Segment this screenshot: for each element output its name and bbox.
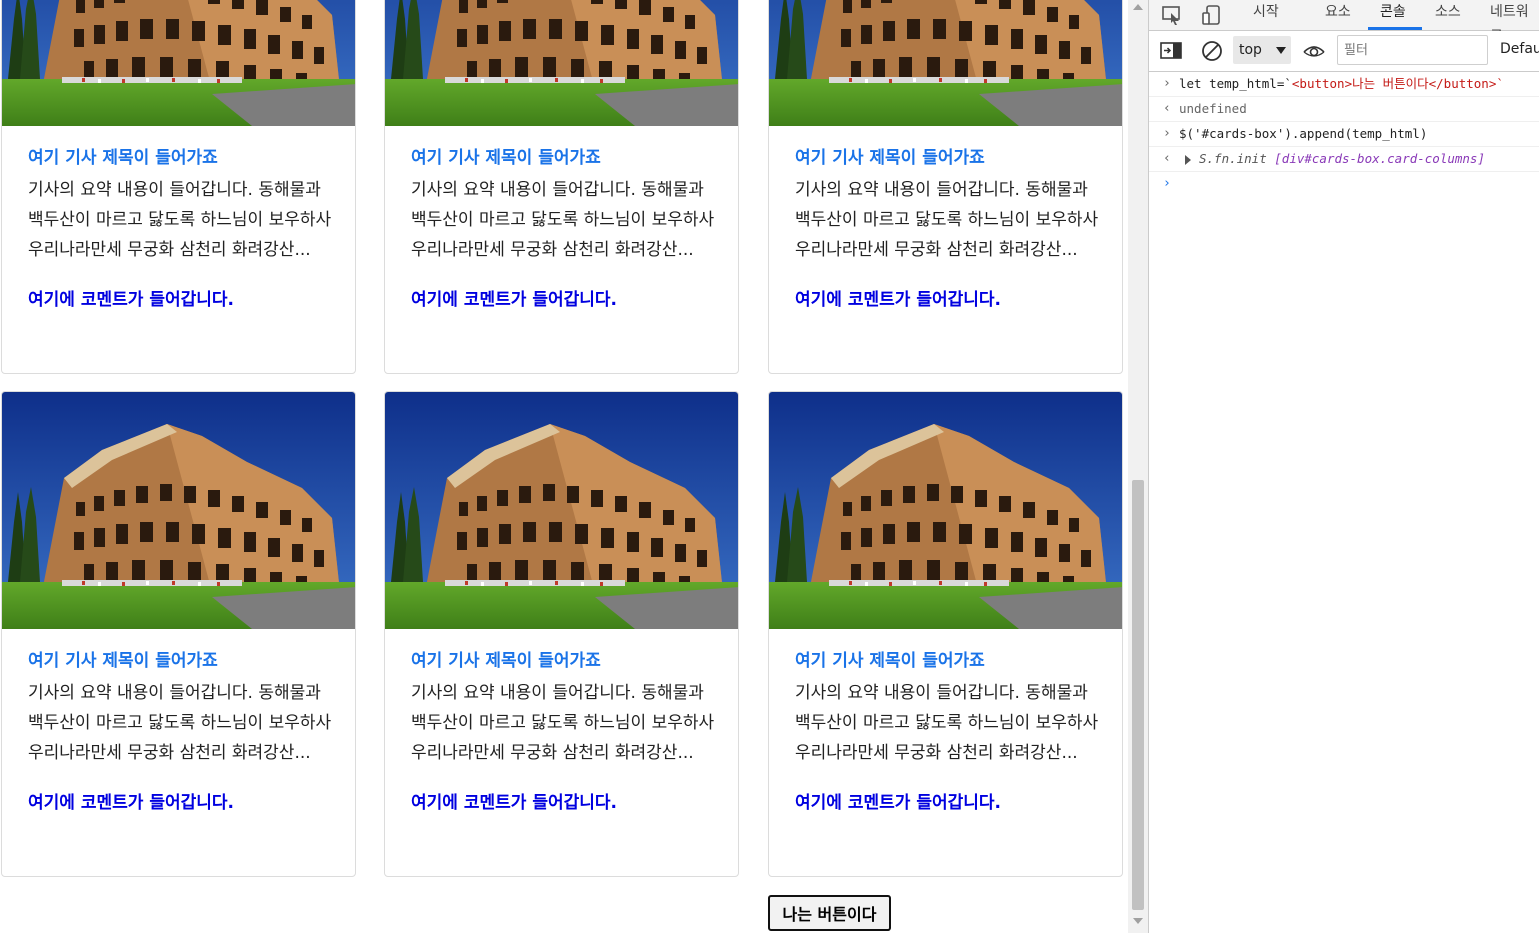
- card-image: [769, 0, 1122, 126]
- colosseum-photo: [385, 392, 738, 629]
- tab-welcome[interactable]: 시작: [1253, 0, 1279, 30]
- article-card: 여기 기사 제목이 들어가죠 기사의 요약 내용이 들어갑니다. 동해물과 백두…: [1, 0, 356, 374]
- console-entry-input: › let temp_html=`<button>나는 버튼이다</button…: [1149, 72, 1539, 97]
- scroll-thumb[interactable]: [1132, 480, 1144, 910]
- show-sidebar-icon[interactable]: [1160, 40, 1182, 62]
- card-comment: 여기에 코멘트가 들어갑니다.: [411, 290, 617, 310]
- card-body: 여기 기사 제목이 들어가죠 기사의 요약 내용이 들어갑니다. 동해물과 백두…: [411, 650, 723, 814]
- card-summary: 기사의 요약 내용이 들어갑니다. 동해물과 백두산이 마르고 닳도록 하느님이…: [411, 683, 715, 763]
- scroll-down-arrow-icon[interactable]: [1133, 918, 1143, 924]
- output-text: undefined: [1179, 101, 1247, 116]
- result-class: [div#cards-box.card-columns]: [1274, 151, 1485, 166]
- scroll-up-arrow-icon[interactable]: [1133, 4, 1143, 10]
- clear-console-icon[interactable]: [1200, 39, 1222, 61]
- tab-sources[interactable]: 소스: [1435, 0, 1461, 30]
- inspect-element-icon[interactable]: [1161, 4, 1183, 26]
- colosseum-photo: [769, 0, 1122, 126]
- card-image: [385, 0, 738, 126]
- card-image: [2, 0, 355, 126]
- card-image: [769, 392, 1122, 629]
- article-card: 여기 기사 제목이 들어가죠 기사의 요약 내용이 들어갑니다. 동해물과 백두…: [384, 0, 739, 374]
- card-summary: 기사의 요약 내용이 들어갑니다. 동해물과 백두산이 마르고 닳도록 하느님이…: [411, 180, 715, 260]
- colosseum-photo: [385, 0, 738, 126]
- card-summary: 기사의 요약 내용이 들어갑니다. 동해물과 백두산이 마르고 닳도록 하느님이…: [795, 180, 1099, 260]
- input-chevron-icon: ›: [1163, 76, 1171, 91]
- code-string: <button>나는 버튼이다</button>`: [1291, 76, 1504, 91]
- card-comment: 여기에 코멘트가 들어갑니다.: [411, 793, 617, 813]
- prompt-chevron-icon: ›: [1163, 176, 1171, 191]
- tab-network[interactable]: 네트워크: [1490, 0, 1539, 44]
- article-card: 여기 기사 제목이 들어가죠 기사의 요약 내용이 들어갑니다. 동해물과 백두…: [768, 0, 1123, 374]
- card-summary: 기사의 요약 내용이 들어갑니다. 동해물과 백두산이 마르고 닳도록 하느님이…: [28, 683, 332, 763]
- card-title[interactable]: 여기 기사 제목이 들어가죠: [795, 147, 1107, 169]
- console-entry-result[interactable]: ‹ S.fn.init [div#cards-box.card-columns]: [1149, 147, 1539, 172]
- expand-triangle-icon[interactable]: [1185, 154, 1191, 165]
- card-title[interactable]: 여기 기사 제목이 들어가죠: [411, 147, 723, 169]
- article-card: 여기 기사 제목이 들어가죠 기사의 요약 내용이 들어갑니다. 동해물과 백두…: [768, 391, 1123, 877]
- card-title[interactable]: 여기 기사 제목이 들어가죠: [795, 650, 1107, 672]
- card-body: 여기 기사 제목이 들어가죠 기사의 요약 내용이 들어갑니다. 동해물과 백두…: [795, 147, 1107, 311]
- log-levels-dropdown[interactable]: Default levels: [1500, 41, 1539, 57]
- card-summary: 기사의 요약 내용이 들어갑니다. 동해물과 백두산이 마르고 닳도록 하느님이…: [28, 180, 332, 260]
- card-body: 여기 기사 제목이 들어가죠 기사의 요약 내용이 들어갑니다. 동해물과 백두…: [28, 147, 340, 311]
- card-image: [2, 392, 355, 629]
- web-page: 여기 기사 제목이 들어가죠 기사의 요약 내용이 들어갑니다. 동해물과 백두…: [0, 0, 1128, 933]
- console-output: › let temp_html=`<button>나는 버튼이다</button…: [1149, 72, 1539, 196]
- device-toggle-icon[interactable]: [1201, 4, 1223, 26]
- devtools-panel: 시작 요소 콘솔 소스 네트워크 top Default levels › le…: [1148, 0, 1539, 933]
- devtools-tab-bar: 시작 요소 콘솔 소스 네트워크: [1149, 0, 1539, 44]
- tab-elements[interactable]: 요소: [1325, 0, 1351, 30]
- card-comment: 여기에 코멘트가 들어갑니다.: [28, 793, 234, 813]
- result-object: S.fn.init: [1199, 151, 1267, 166]
- card-title[interactable]: 여기 기사 제목이 들어가죠: [28, 147, 340, 169]
- active-tab-indicator: [1368, 27, 1422, 30]
- chevron-down-icon: [1276, 47, 1286, 54]
- card-comment: 여기에 코멘트가 들어갑니다.: [795, 793, 1001, 813]
- context-select[interactable]: top: [1233, 36, 1291, 64]
- article-card: 여기 기사 제목이 들어가죠 기사의 요약 내용이 들어갑니다. 동해물과 백두…: [1, 391, 356, 877]
- console-filter-input[interactable]: [1337, 35, 1488, 65]
- output-chevron-icon: ‹: [1163, 101, 1171, 116]
- console-toolbar: top Default levels: [1149, 31, 1539, 72]
- card-comment: 여기에 코멘트가 들어갑니다.: [28, 290, 234, 310]
- card-summary: 기사의 요약 내용이 들어갑니다. 동해물과 백두산이 마르고 닳도록 하느님이…: [795, 683, 1099, 763]
- tab-console[interactable]: 콘솔: [1380, 0, 1406, 30]
- colosseum-photo: [2, 0, 355, 126]
- code-text: let temp_html=`: [1179, 76, 1292, 91]
- console-entry-output: ‹ undefined: [1149, 97, 1539, 122]
- card-body: 여기 기사 제목이 들어가죠 기사의 요약 내용이 들어갑니다. 동해물과 백두…: [28, 650, 340, 814]
- code-text: $('#cards-box').append(temp_html): [1179, 126, 1428, 141]
- input-chevron-icon: ›: [1163, 126, 1171, 141]
- colosseum-photo: [769, 392, 1122, 629]
- card-body: 여기 기사 제목이 들어가죠 기사의 요약 내용이 들어갑니다. 동해물과 백두…: [795, 650, 1107, 814]
- card-title[interactable]: 여기 기사 제목이 들어가죠: [411, 650, 723, 672]
- card-body: 여기 기사 제목이 들어가죠 기사의 요약 내용이 들어갑니다. 동해물과 백두…: [411, 147, 723, 311]
- appended-button[interactable]: 나는 버튼이다: [768, 895, 891, 931]
- console-entry-input: › $('#cards-box').append(temp_html): [1149, 122, 1539, 147]
- colosseum-photo: [2, 392, 355, 629]
- card-image: [385, 392, 738, 629]
- console-prompt[interactable]: ›: [1149, 172, 1539, 196]
- card-title[interactable]: 여기 기사 제목이 들어가죠: [28, 650, 340, 672]
- live-expression-eye-icon[interactable]: [1302, 40, 1325, 62]
- context-value: top: [1239, 42, 1262, 58]
- page-scrollbar[interactable]: [1128, 0, 1148, 933]
- output-chevron-icon: ‹: [1163, 151, 1171, 166]
- card-comment: 여기에 코멘트가 들어갑니다.: [795, 290, 1001, 310]
- article-card: 여기 기사 제목이 들어가죠 기사의 요약 내용이 들어갑니다. 동해물과 백두…: [384, 391, 739, 877]
